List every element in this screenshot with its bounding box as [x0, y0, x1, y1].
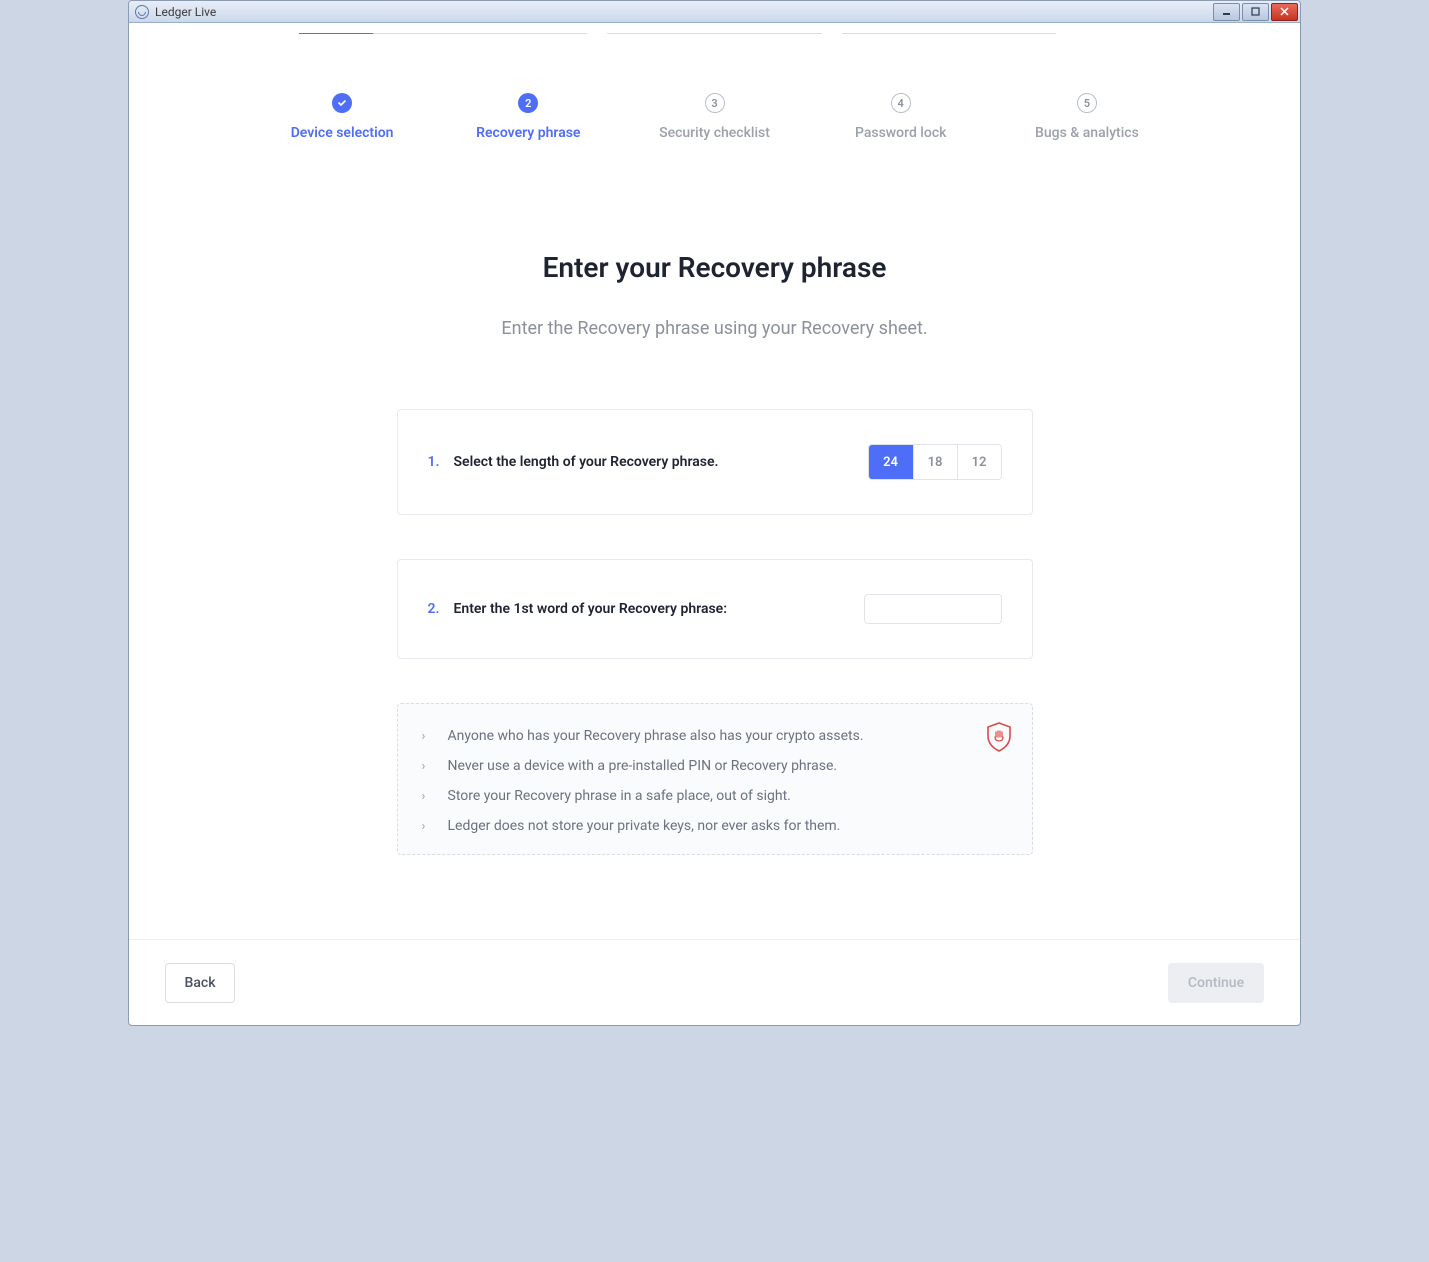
titlebar: Ledger Live: [129, 1, 1300, 23]
chevron-right-icon: ›: [422, 729, 436, 744]
page-subtitle: Enter the Recovery phrase using your Rec…: [501, 318, 927, 339]
back-button[interactable]: Back: [165, 963, 235, 1003]
window-title: Ledger Live: [155, 5, 216, 19]
footer: Back Continue: [129, 939, 1300, 1025]
step-number: 1.: [428, 454, 440, 470]
chevron-right-icon: ›: [422, 819, 436, 834]
step-number-icon: 3: [705, 93, 725, 113]
step-number-icon: 5: [1077, 93, 1097, 113]
step-label: Recovery phrase: [435, 125, 621, 141]
length-segmented-control: 24 18 12: [868, 444, 1002, 480]
recovery-word-input[interactable]: [864, 594, 1002, 624]
step-label: Password lock: [808, 125, 994, 141]
maximize-button[interactable]: [1242, 3, 1269, 21]
step-number-icon: 4: [891, 93, 911, 113]
step-recovery-phrase[interactable]: 2 Recovery phrase: [435, 93, 621, 141]
continue-button[interactable]: Continue: [1168, 963, 1264, 1003]
warning-item: › Anyone who has your Recovery phrase al…: [422, 728, 1008, 744]
step-label: Security checklist: [621, 125, 807, 141]
app-icon: [135, 5, 149, 19]
step-text: Enter the 1st word of your Recovery phra…: [453, 601, 863, 617]
stepper: Device selection 2 Recovery phrase 3 Sec…: [129, 23, 1300, 141]
length-option-24[interactable]: 24: [869, 445, 913, 479]
step-password-lock: 4 Password lock: [808, 93, 994, 141]
step-number: 2.: [428, 601, 440, 617]
select-length-card: 1. Select the length of your Recovery ph…: [397, 409, 1033, 515]
close-button[interactable]: [1271, 3, 1298, 21]
warning-text: Store your Recovery phrase in a safe pla…: [448, 788, 791, 804]
window-controls: [1213, 3, 1298, 21]
length-option-12[interactable]: 12: [957, 445, 1001, 479]
main-content: Enter your Recovery phrase Enter the Rec…: [129, 141, 1300, 939]
step-number-icon: 2: [518, 93, 538, 113]
warning-item: › Store your Recovery phrase in a safe p…: [422, 788, 1008, 804]
warning-item: › Ledger does not store your private key…: [422, 818, 1008, 834]
step-security-checklist: 3 Security checklist: [621, 93, 807, 141]
shield-hand-icon: [986, 722, 1012, 756]
step-device-selection[interactable]: Device selection: [249, 93, 435, 141]
step-bugs-analytics: 5 Bugs & analytics: [994, 93, 1180, 141]
page-title: Enter your Recovery phrase: [543, 251, 887, 284]
chevron-right-icon: ›: [422, 759, 436, 774]
check-icon: [332, 93, 352, 113]
security-warnings: › Anyone who has your Recovery phrase al…: [397, 703, 1033, 855]
enter-word-card: 2. Enter the 1st word of your Recovery p…: [397, 559, 1033, 659]
warning-text: Anyone who has your Recovery phrase also…: [448, 728, 864, 744]
app-window: Ledger Live Device sele: [128, 0, 1301, 1026]
minimize-button[interactable]: [1213, 3, 1240, 21]
step-label: Device selection: [249, 125, 435, 141]
warning-text: Ledger does not store your private keys,…: [448, 818, 841, 834]
step-label: Bugs & analytics: [994, 125, 1180, 141]
warning-text: Never use a device with a pre-installed …: [448, 758, 838, 774]
length-option-18[interactable]: 18: [913, 445, 957, 479]
warning-item: › Never use a device with a pre-installe…: [422, 758, 1008, 774]
step-text: Select the length of your Recovery phras…: [453, 454, 867, 470]
chevron-right-icon: ›: [422, 789, 436, 804]
